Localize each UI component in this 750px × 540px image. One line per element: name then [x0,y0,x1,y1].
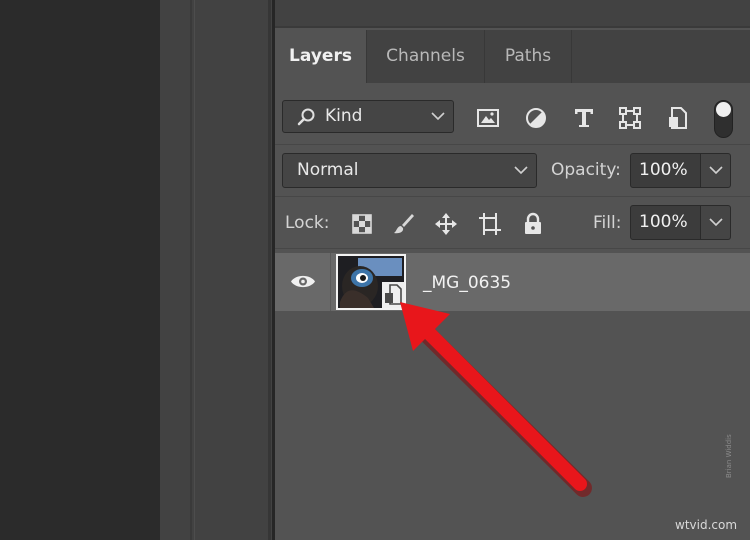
opacity-input[interactable]: 100% [630,153,701,188]
tab-separator [571,30,572,83]
lock-image-pixels-icon[interactable] [392,212,416,236]
layers-panel: Layers Channels Paths Kind Normal Opacit… [275,0,750,540]
panel-seam [268,0,271,540]
lock-row: Lock: Fill: 100% [275,205,750,242]
panel-tabs: Layers Channels Paths [275,30,750,83]
eye-icon [291,275,315,288]
search-icon [297,108,315,126]
canvas-area [0,0,160,540]
chevron-down-icon [514,166,528,175]
lock-all-icon[interactable] [521,212,545,236]
panel-seam [194,0,195,540]
filter-toggle-icon[interactable] [714,100,733,138]
lock-label: Lock: [285,213,330,233]
opacity-value: 100% [639,160,688,180]
filter-kind-dropdown[interactable]: Kind [282,100,454,133]
divider [275,248,750,249]
opacity-dropdown-button[interactable] [701,153,731,188]
tab-paths[interactable]: Paths [485,30,571,83]
watermark: wtvid.com [675,518,738,532]
type-layer-filter-icon[interactable] [572,106,596,130]
opacity-label: Opacity: [551,160,621,180]
layer-row[interactable]: _MG_0635 [275,253,750,311]
smart-object-filter-icon[interactable] [666,106,690,130]
tab-layers[interactable]: Layers [275,30,366,83]
layer-name[interactable]: _MG_0635 [423,273,511,293]
layer-thumbnail[interactable] [336,254,406,310]
shape-layer-filter-icon[interactable] [618,106,642,130]
pixel-layer-filter-icon[interactable] [476,106,500,130]
toggle-knob [716,102,731,117]
blend-mode-dropdown[interactable]: Normal [282,153,537,188]
photo-credit: Brian Widdis [725,434,733,478]
chevron-down-icon [709,218,723,227]
blend-row: Normal Opacity: 100% [275,153,750,189]
blend-mode-value: Normal [297,160,359,180]
tab-channels[interactable]: Channels [367,30,484,83]
panel-seam [190,0,192,540]
fill-input[interactable]: 100% [630,205,701,240]
fill-label: Fill: [593,213,622,233]
divider [275,196,750,197]
fill-value: 100% [639,212,688,232]
adjustment-layer-filter-icon[interactable] [524,106,548,130]
chevron-down-icon [431,112,445,121]
fill-dropdown-button[interactable] [701,205,731,240]
layer-filter-row: Kind [275,98,750,138]
divider [275,144,750,145]
panel-header-strip [275,0,750,28]
lock-position-icon[interactable] [434,212,458,236]
smart-object-badge-icon [382,282,404,308]
lock-artboard-icon[interactable] [478,212,502,236]
lock-transparent-pixels-icon[interactable] [350,212,374,236]
filter-kind-label: Kind [325,106,363,126]
tool-options-strip [160,0,272,540]
chevron-down-icon [709,166,723,175]
layer-visibility-toggle[interactable] [275,253,331,311]
